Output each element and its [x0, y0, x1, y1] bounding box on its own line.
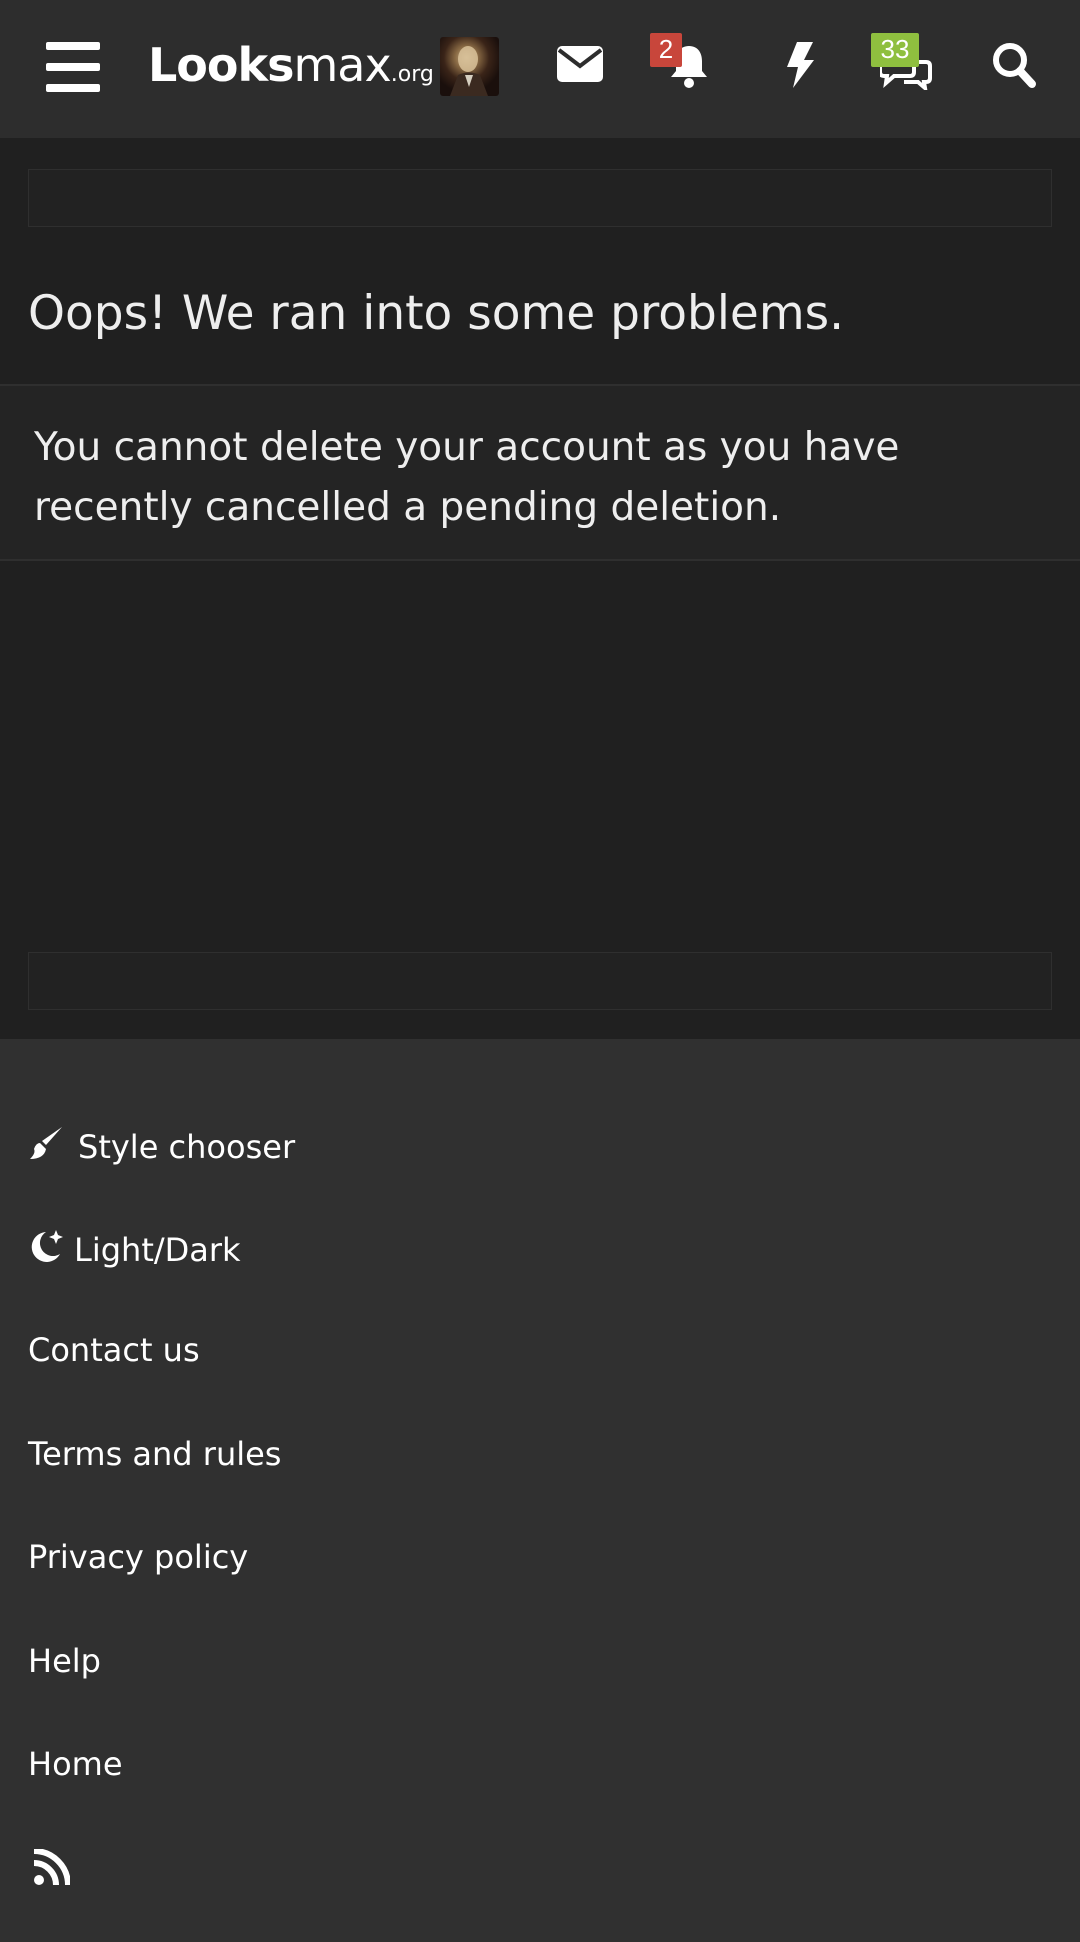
error-message-block: You cannot delete your account as you ha…	[0, 384, 1080, 561]
hamburger-menu-icon[interactable]	[46, 42, 100, 92]
footer-link-label: Privacy policy	[28, 1538, 249, 1576]
moon-stars-icon	[28, 1228, 66, 1272]
footer-link-contact-us[interactable]: Contact us	[28, 1331, 200, 1369]
error-message: You cannot delete your account as you ha…	[34, 425, 900, 530]
footer-link-home[interactable]: Home	[28, 1745, 123, 1783]
top-notice-bar	[28, 169, 1052, 227]
error-title: Oops! We ran into some problems.	[28, 286, 845, 341]
envelope-icon[interactable]	[557, 46, 603, 82]
rss-icon[interactable]	[34, 1849, 70, 1885]
user-avatar[interactable]	[440, 37, 499, 96]
bolt-icon[interactable]	[785, 42, 815, 88]
footer: Style chooser Light/Dark Contact us Term…	[0, 1039, 1080, 1942]
footer-link-label: Help	[28, 1642, 101, 1680]
footer-link-label: Light/Dark	[74, 1231, 241, 1269]
footer-link-label: Style chooser	[78, 1128, 296, 1166]
footer-link-style-chooser[interactable]: Style chooser	[28, 1125, 295, 1169]
paintbrush-icon	[28, 1125, 64, 1169]
bottom-notice-bar	[28, 952, 1052, 1010]
footer-link-light-dark[interactable]: Light/Dark	[28, 1228, 241, 1272]
footer-link-label: Home	[28, 1745, 123, 1783]
notifications-badge: 2	[650, 33, 682, 67]
conversations-badge: 33	[871, 33, 919, 67]
footer-link-label: Contact us	[28, 1331, 200, 1369]
site-logo[interactable]: Looksmax.org	[148, 38, 434, 92]
footer-link-label: Terms and rules	[28, 1435, 282, 1473]
footer-link-terms-and-rules[interactable]: Terms and rules	[28, 1435, 281, 1473]
search-icon[interactable]	[992, 42, 1036, 88]
footer-link-privacy-policy[interactable]: Privacy policy	[28, 1538, 248, 1576]
footer-link-help[interactable]: Help	[28, 1642, 101, 1680]
top-navigation-bar: Looksmax.org 2 33	[0, 0, 1080, 138]
